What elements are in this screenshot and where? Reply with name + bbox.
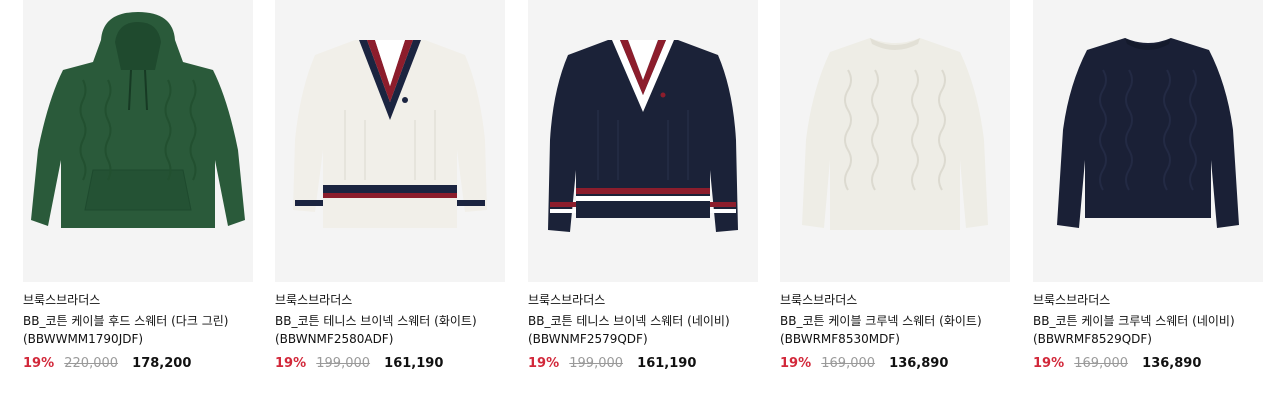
product-grid: 브룩스브라더스 BB_코튼 케이블 후드 스웨터 (다크 그린) (BBWWMM…	[0, 0, 1283, 416]
price-row: 19% 199,000 161,190	[275, 355, 505, 373]
product-code: (BBWRMF8529QDF)	[1033, 332, 1152, 346]
product-brand[interactable]: 브룩스브라더스	[1033, 292, 1263, 308]
product-image[interactable]	[1033, 0, 1263, 282]
product-code: (BBWWMM1790JDF)	[23, 332, 144, 346]
discount-rate: 19%	[1033, 356, 1065, 371]
sale-price: 161,190	[384, 356, 444, 371]
original-price: 199,000	[569, 356, 624, 371]
sale-price: 161,190	[637, 356, 697, 371]
product-name[interactable]: BB_코튼 테니스 브이넥 스웨터 (화이트)	[275, 312, 505, 331]
price-row: 19% 169,000 136,890	[780, 355, 1010, 373]
product-image[interactable]	[275, 0, 505, 282]
original-price: 169,000	[1074, 356, 1129, 371]
product-code: (BBWNMF2579QDF)	[528, 332, 648, 346]
cable-crewneck-navy-image	[1057, 38, 1239, 228]
product-card[interactable]: 브룩스브라더스 BB_코튼 테니스 브이넥 스웨터 (네이비) (BBWNMF2…	[528, 0, 758, 373]
product-card[interactable]: 브룩스브라더스 BB_코튼 케이블 크루넥 스웨터 (화이트) (BBWRMF8…	[780, 0, 1010, 373]
product-card[interactable]: 브룩스브라더스 BB_코튼 케이블 후드 스웨터 (다크 그린) (BBWWMM…	[23, 0, 253, 373]
discount-rate: 19%	[275, 356, 307, 371]
price-row: 19% 169,000 136,890	[1033, 355, 1263, 373]
product-brand[interactable]: 브룩스브라더스	[275, 292, 505, 308]
sale-price: 136,890	[889, 356, 949, 371]
product-brand[interactable]: 브룩스브라더스	[528, 292, 758, 308]
product-name[interactable]: BB_코튼 테니스 브이넥 스웨터 (네이비)	[528, 312, 758, 331]
price-row: 19% 199,000 161,190	[528, 355, 758, 373]
product-card[interactable]: 브룩스브라더스 BB_코튼 테니스 브이넥 스웨터 (화이트) (BBWNMF2…	[275, 0, 505, 373]
tennis-vneck-white-image	[293, 40, 487, 228]
sale-price: 136,890	[1142, 356, 1202, 371]
product-image[interactable]	[528, 0, 758, 282]
cable-crewneck-white-image	[802, 38, 988, 230]
original-price: 199,000	[316, 356, 371, 371]
product-image[interactable]	[780, 0, 1010, 282]
discount-rate: 19%	[23, 356, 55, 371]
product-card[interactable]: 브룩스브라더스 BB_코튼 케이블 크루넥 스웨터 (네이비) (BBWRMF8…	[1033, 0, 1263, 373]
product-brand[interactable]: 브룩스브라더스	[23, 292, 253, 308]
discount-rate: 19%	[780, 356, 812, 371]
product-code: (BBWRMF8530MDF)	[780, 332, 900, 346]
sale-price: 178,200	[132, 356, 192, 371]
original-price: 220,000	[64, 356, 119, 371]
product-name[interactable]: BB_코튼 케이블 크루넥 스웨터 (네이비)	[1033, 312, 1263, 331]
discount-rate: 19%	[528, 356, 560, 371]
product-brand[interactable]: 브룩스브라더스	[780, 292, 1010, 308]
product-code: (BBWNMF2580ADF)	[275, 332, 394, 346]
tennis-vneck-navy-image	[548, 40, 738, 232]
product-image[interactable]	[23, 0, 253, 282]
hoodie-sweater-image	[31, 12, 245, 228]
product-name[interactable]: BB_코튼 케이블 후드 스웨터 (다크 그린)	[23, 312, 253, 331]
price-row: 19% 220,000 178,200	[23, 355, 253, 373]
product-name[interactable]: BB_코튼 케이블 크루넥 스웨터 (화이트)	[780, 312, 1010, 331]
original-price: 169,000	[821, 356, 876, 371]
